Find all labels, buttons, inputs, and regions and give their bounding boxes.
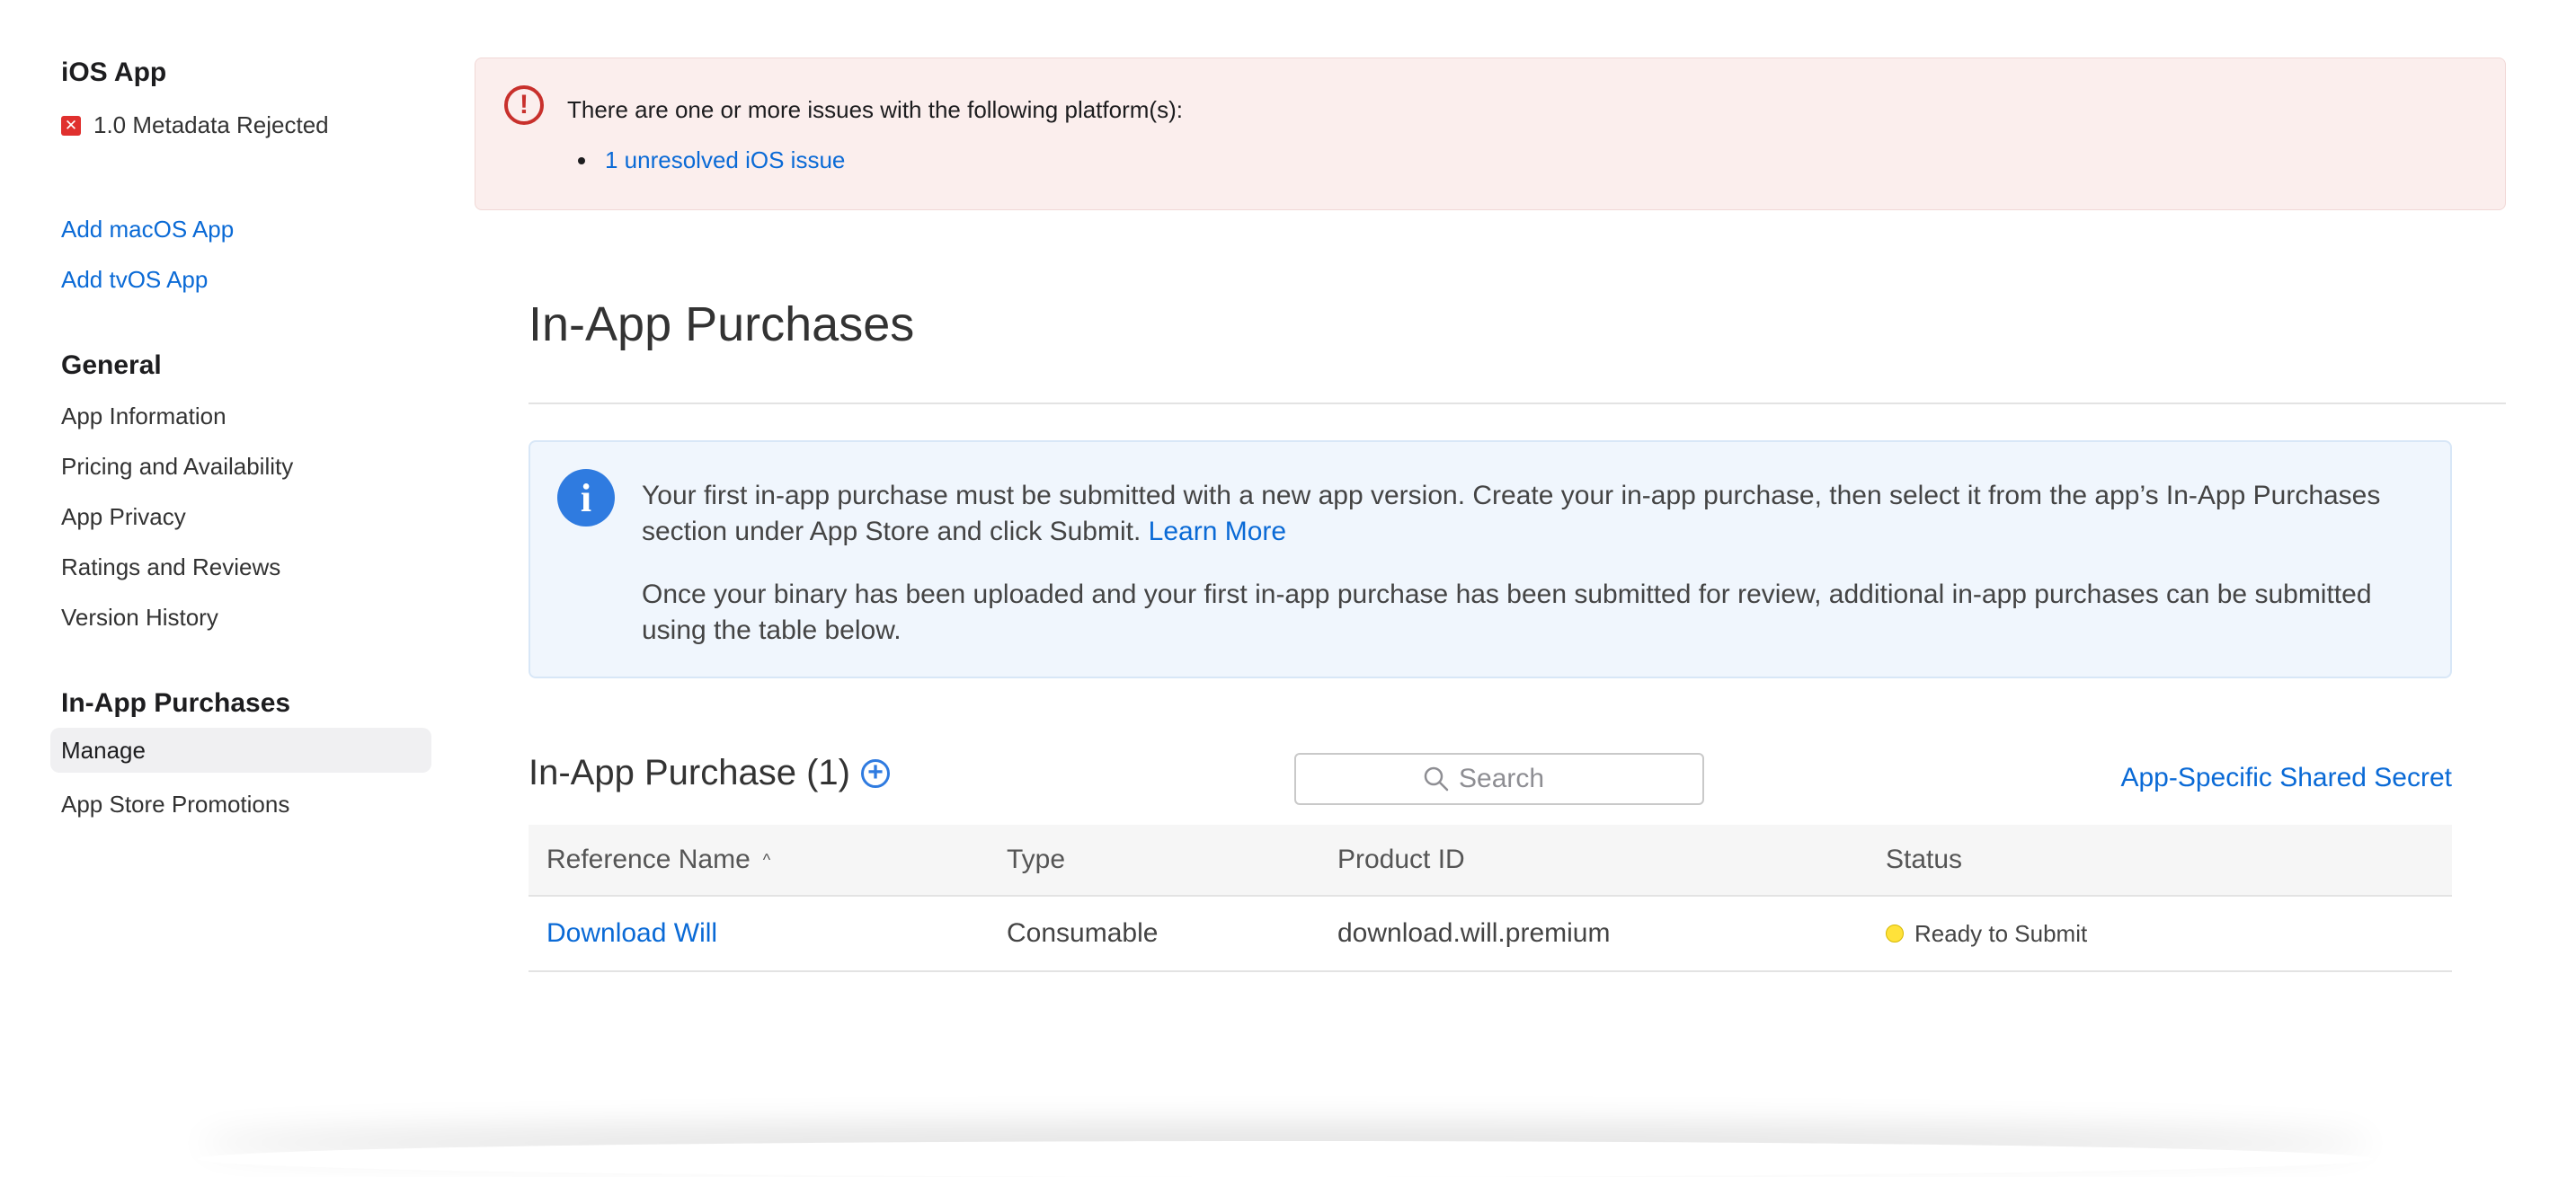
error-banner: ! There are one or more issues with the … [475,58,2506,210]
app-status-label: 1.0 Metadata Rejected [93,111,329,138]
status-label: Ready to Submit [1914,919,2088,947]
row-reference-name[interactable]: Download Will [546,897,717,970]
shared-secret-link[interactable]: App-Specific Shared Secret [2120,763,2452,793]
unresolved-issue-link[interactable]: 1 unresolved iOS issue [605,146,845,174]
sidebar-heading-general: General [61,350,162,380]
row-product-id: download.will.premium [1337,918,1611,948]
exclamation-circle-icon: ! [504,85,544,125]
sidebar-item-ratings[interactable]: Ratings and Reviews [61,553,280,581]
add-circle-icon[interactable]: + [860,758,890,788]
column-header-reference-name[interactable]: Reference Name ^ [546,825,770,895]
iap-table-header: In-App Purchase (1) + [529,753,890,793]
add-tvos-app-link[interactable]: Add tvOS App [61,266,208,294]
status-indicator-icon [1886,925,1904,942]
info-paragraph-1: Your first in-app purchase must be submi… [642,478,2430,550]
column-header-status[interactable]: Status [1886,825,1962,895]
column-header-product-id[interactable]: Product ID [1337,825,1465,895]
table-row[interactable]: Download Will Consumable download.will.p… [529,897,2452,972]
sidebar-item-manage[interactable]: Manage [50,728,431,773]
sidebar-item-pricing[interactable]: Pricing and Availability [61,453,293,481]
page-title: In-App Purchases [529,297,915,351]
row-status: Ready to Submit [1886,897,2087,970]
iap-table: Reference Name ^ Type Product ID Status … [529,825,2452,972]
footer-shadow [198,1141,2373,1177]
sidebar-item-label: Manage [61,737,146,764]
info-text-1: Your first in-app purchase must be submi… [642,481,2381,546]
learn-more-link[interactable]: Learn More [1149,517,1286,546]
iap-table-title: In-App Purchase (1) [529,753,850,792]
error-issue-item: 1 unresolved iOS issue [567,146,845,174]
app-title: iOS App [61,58,167,87]
sidebar: iOS App ✕ 1.0 Metadata Rejected Add macO… [0,0,449,1161]
info-box: i Your first in-app purchase must be sub… [529,440,2452,678]
info-paragraph-2: Once your binary has been uploaded and y… [642,580,2372,645]
sidebar-item-app-information[interactable]: App Information [61,403,227,430]
sidebar-item-app-privacy[interactable]: App Privacy [61,503,186,531]
table-header-row: Reference Name ^ Type Product ID Status [529,825,2452,897]
column-header-type[interactable]: Type [1007,825,1065,895]
rejected-icon: ✕ [61,115,81,136]
search-field[interactable] [1294,753,1704,805]
app-status[interactable]: ✕ 1.0 Metadata Rejected [61,111,329,139]
search-icon [1424,766,1449,792]
sidebar-heading-iap: In-App Purchases [61,688,291,718]
divider [529,403,2506,404]
sidebar-item-app-store-promotions[interactable]: App Store Promotions [61,791,289,819]
reference-name-link[interactable]: Download Will [546,918,717,949]
sidebar-item-version-history[interactable]: Version History [61,604,218,632]
row-type: Consumable [1007,918,1159,948]
error-message: There are one or more issues with the fo… [567,96,1183,123]
column-header-label: Reference Name [546,845,751,874]
sort-ascending-icon: ^ [762,850,771,869]
add-macos-app-link[interactable]: Add macOS App [61,216,234,243]
info-circle-icon: i [557,469,615,527]
search-input[interactable] [1459,764,1576,794]
bullet-icon [578,156,585,164]
